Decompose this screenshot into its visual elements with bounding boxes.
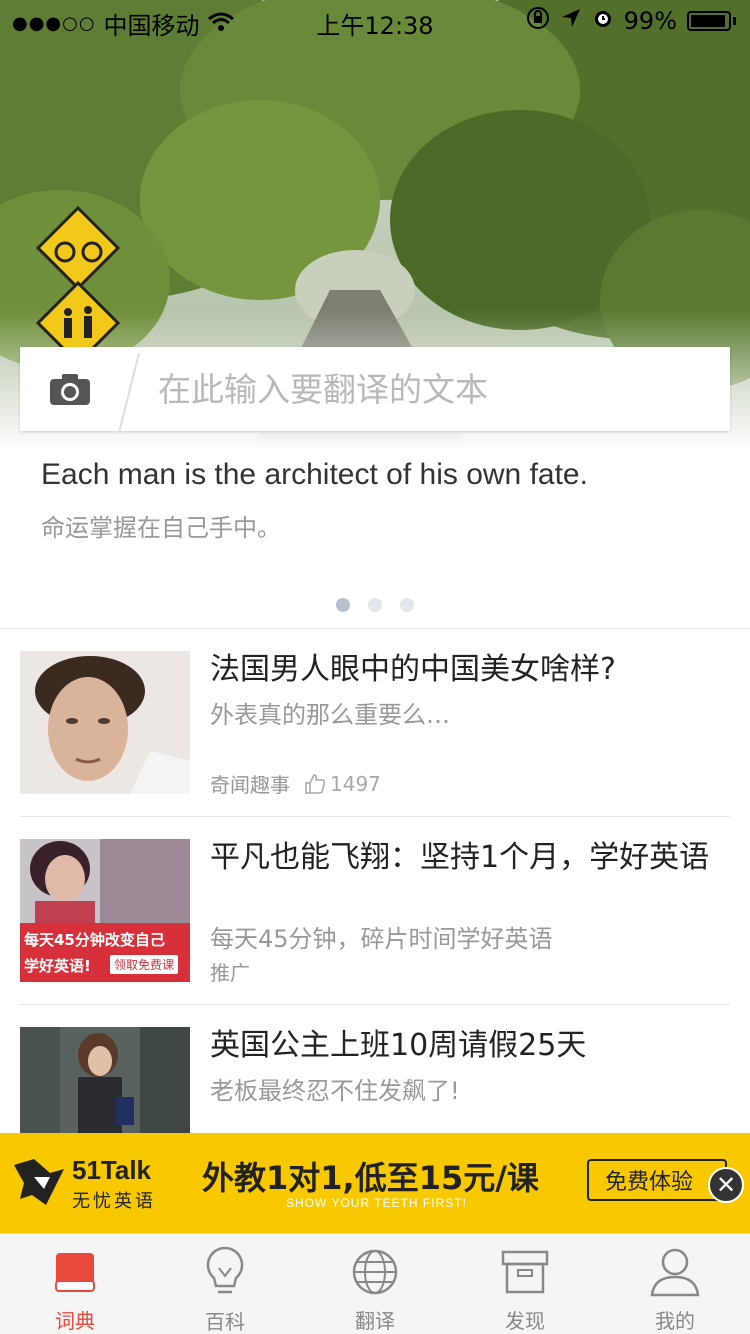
article-title: 平凡也能飞翔：坚持1个月，学好英语 (210, 840, 710, 875)
article-meta: 推广 (210, 957, 250, 986)
divider (20, 816, 730, 817)
article-title: 英国公主上班10周请假25天 (210, 1028, 587, 1063)
status-bar: ●●●○○ 中国移动 上午12:38 99% (0, 0, 750, 40)
article-subtitle: 外表真的那么重要么… (210, 701, 450, 729)
quote-chinese: 命运掌握在自己手中。 (41, 514, 281, 542)
like-count[interactable]: 1497 (304, 772, 381, 796)
list-item[interactable]: 英国公主上班10周请假25天 老板最终忍不住发飙了! (20, 1027, 730, 1137)
carousel-pager (0, 598, 750, 612)
search-divider (118, 353, 140, 433)
close-ad-button[interactable]: ✕ (708, 1167, 744, 1203)
ad-banner[interactable]: 51Talk 无忧英语 外教1对1,低至15元/课 SHOW YOUR TEET… (0, 1133, 750, 1233)
camera-icon (50, 374, 90, 405)
article-subtitle: 老板最终忍不住发飙了! (210, 1077, 460, 1105)
article-thumbnail (20, 651, 190, 794)
pager-dot[interactable] (400, 598, 414, 612)
tab-translate[interactable]: 翻译 (300, 1234, 450, 1334)
thumb-button: 领取免费课 (110, 955, 179, 974)
tab-label: 百科 (205, 1310, 245, 1334)
quote-english: Each man is the architect of his own fat… (41, 458, 588, 491)
ad-brand-sub: 无忧英语 (72, 1191, 156, 1212)
app-screen: ●●●○○ 中国移动 上午12:38 99% 在此输入要翻译的文本 Each m… (0, 0, 750, 1334)
like-number: 1497 (330, 771, 381, 796)
book-icon (55, 1252, 95, 1292)
ad-slogan: 外教1对1,低至15元/课 (202, 1159, 539, 1197)
list-item[interactable]: 每天45分钟改变自己 学好英语! 领取免费课 平凡也能飞翔：坚持1个月，学好英语… (20, 839, 730, 985)
camera-button[interactable] (20, 347, 120, 431)
article-meta: 奇闻趣事 1497 (210, 769, 381, 798)
article-title: 法国男人眼中的中国美女啥样? (210, 652, 616, 687)
list-item[interactable]: 法国男人眼中的中国美女啥样? 外表真的那么重要么… 奇闻趣事 1497 (20, 651, 730, 797)
battery-percent: 99% (623, 7, 677, 35)
alarm-icon (592, 7, 614, 35)
tab-bar: 词典 百科 翻译 发现 我的 (0, 1233, 750, 1334)
rotation-lock-icon (526, 6, 550, 36)
tab-label: 我的 (655, 1309, 695, 1333)
user-icon (650, 1248, 700, 1296)
divider (0, 628, 750, 629)
tab-me[interactable]: 我的 (600, 1234, 750, 1334)
ad-brand: 51Talk (72, 1155, 152, 1185)
ad-label: 推广 (210, 961, 250, 985)
tab-label: 翻译 (355, 1309, 395, 1333)
globe-icon (352, 1249, 398, 1294)
divider (20, 1004, 730, 1005)
tab-dictionary[interactable]: 词典 (0, 1234, 150, 1334)
article-category: 奇闻趣事 (210, 773, 290, 797)
pager-dot[interactable] (368, 598, 382, 612)
close-icon: ✕ (715, 1171, 737, 1199)
article-thumbnail (20, 1027, 190, 1137)
lightbulb-icon (206, 1246, 244, 1294)
battery-tip (733, 17, 736, 25)
tab-encyclopedia[interactable]: 百科 (150, 1234, 300, 1334)
pager-dot[interactable] (336, 598, 350, 612)
translate-input[interactable] (158, 347, 718, 431)
box-icon (501, 1250, 549, 1293)
location-icon (560, 7, 582, 35)
article-thumbnail: 每天45分钟改变自己 学好英语! 领取免费课 (20, 839, 190, 982)
thumb-text: 学好英语! (24, 957, 91, 975)
article-subtitle: 每天45分钟，碎片时间学好英语 (210, 925, 553, 953)
battery-icon (687, 11, 731, 31)
tab-label: 发现 (505, 1309, 545, 1333)
thumbs-up-icon (305, 773, 326, 794)
search-bar (20, 347, 730, 433)
tab-discover[interactable]: 发现 (450, 1234, 600, 1334)
brand-logo-icon (14, 1159, 64, 1205)
free-trial-button[interactable]: 免费体验 (587, 1159, 727, 1201)
thumb-text: 每天45分钟改变自己 (24, 931, 165, 949)
tab-label: 词典 (55, 1309, 95, 1333)
ad-slogan-en: SHOW YOUR TEETH FIRST! (286, 1196, 467, 1210)
